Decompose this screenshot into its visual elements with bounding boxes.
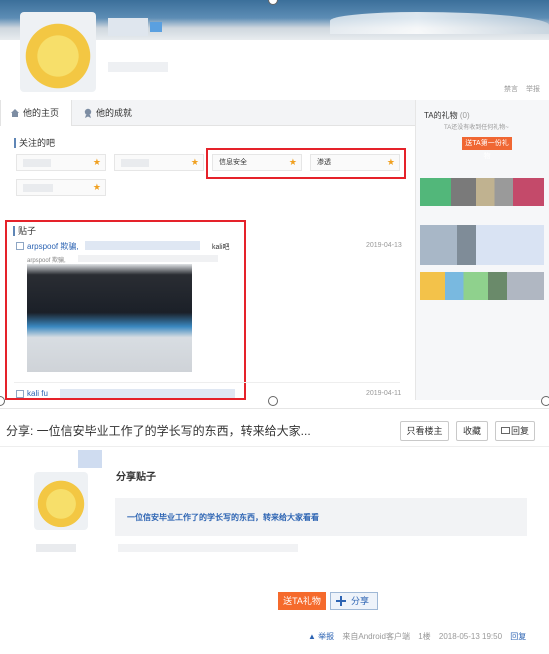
send-gift-button[interactable]: 送TA礼物 (278, 592, 326, 610)
post-title[interactable]: kali fu (27, 389, 48, 398)
achievement-icon (84, 108, 92, 118)
shared-post-text: 一位信安毕业工作了的学长写的东西，转来给大家看看 (127, 513, 319, 522)
visitor-avatars-row[interactable] (420, 225, 544, 265)
report-link[interactable]: 举报 (526, 86, 540, 93)
post-date: 2019-04-11 (366, 390, 402, 397)
home-icon (11, 109, 19, 117)
tab-home[interactable]: 他的主页 (0, 100, 72, 126)
follower-avatars-row[interactable] (420, 178, 544, 206)
bar-chip[interactable]: ★ (114, 154, 204, 171)
shared-post-card[interactable]: 一位信安毕业工作了的学长写的东西，转来给大家看看 (115, 498, 527, 536)
author-avatar[interactable] (34, 472, 88, 530)
warning-icon: ▲ (308, 632, 316, 641)
user-info-blur (108, 62, 168, 72)
author-name-blur (36, 544, 76, 552)
header-links: 禁言 举报 (496, 84, 540, 94)
thread-title: 分享: 一位信安毕业工作了的学长写的东西，转来给大家... (6, 424, 311, 438)
post-content-blur (118, 544, 298, 552)
gifts-title: TA的礼物 (0) (424, 111, 470, 120)
post-snippet-blur (78, 255, 218, 262)
thread-divider (0, 408, 549, 409)
tab-home-label: 他的主页 (23, 108, 60, 118)
author-badge-blur (78, 450, 102, 468)
tab-achievements[interactable]: 他的成就 (74, 100, 154, 126)
post-bar-name[interactable]: kali吧 (212, 242, 230, 252)
only-op-button[interactable]: 只看楼主 (400, 421, 449, 441)
user-badge-icon (150, 22, 162, 32)
post-heading: 分享贴子 (116, 472, 156, 483)
thread-header-divider (0, 446, 549, 447)
reply-link[interactable]: 回复 (510, 632, 526, 641)
followed-bars-title: 关注的吧 (14, 138, 55, 148)
highlight-box-bars (206, 148, 406, 179)
resize-handle[interactable] (541, 396, 549, 406)
gift-first-button[interactable]: 送TA第一份礼物 (462, 137, 512, 160)
bar-chip[interactable]: ★ (16, 154, 106, 171)
mute-link[interactable]: 禁言 (504, 86, 518, 93)
favorite-button[interactable]: 收藏 (456, 421, 488, 441)
post-snippet: arpspoof 欺骗, (27, 258, 66, 264)
reply-icon (501, 427, 510, 434)
username-blur (108, 18, 148, 36)
post-title-blur (85, 241, 200, 250)
document-icon (16, 242, 24, 250)
star-icon: ★ (92, 157, 101, 167)
post-date: 2019-04-13 (366, 242, 402, 249)
reply-button[interactable]: 回复 (495, 421, 535, 441)
post-thumbnail[interactable] (27, 264, 192, 372)
star-icon: ★ (92, 182, 101, 192)
plus-icon (336, 596, 346, 606)
floor-number: 1楼 (418, 632, 431, 641)
resize-handle[interactable] (268, 396, 278, 406)
gifts-empty-text: TA还没有收到任何礼物~ (444, 125, 509, 131)
avatar[interactable] (20, 12, 96, 92)
post-title-blur (60, 389, 235, 398)
post-divider (14, 382, 400, 383)
share-button[interactable]: 分享 (330, 592, 378, 610)
tab-achievements-label: 他的成就 (96, 108, 133, 118)
bar-chip[interactable]: ★ (16, 179, 106, 196)
post-time: 2018-05-13 19:50 (438, 632, 503, 641)
document-icon (16, 390, 24, 398)
star-icon: ★ (190, 157, 199, 167)
report-link[interactable]: 举报 (318, 632, 334, 641)
post-title[interactable]: arpspoof 欺骗, (27, 241, 79, 252)
resize-handle[interactable] (0, 396, 5, 406)
client-source: 来自Android客户端 (342, 632, 410, 641)
post-footer: ▲ 举报 来自Android客户端 1楼 2018-05-13 19:50 回复 (308, 631, 526, 642)
visitor-avatars-row[interactable] (420, 272, 544, 300)
